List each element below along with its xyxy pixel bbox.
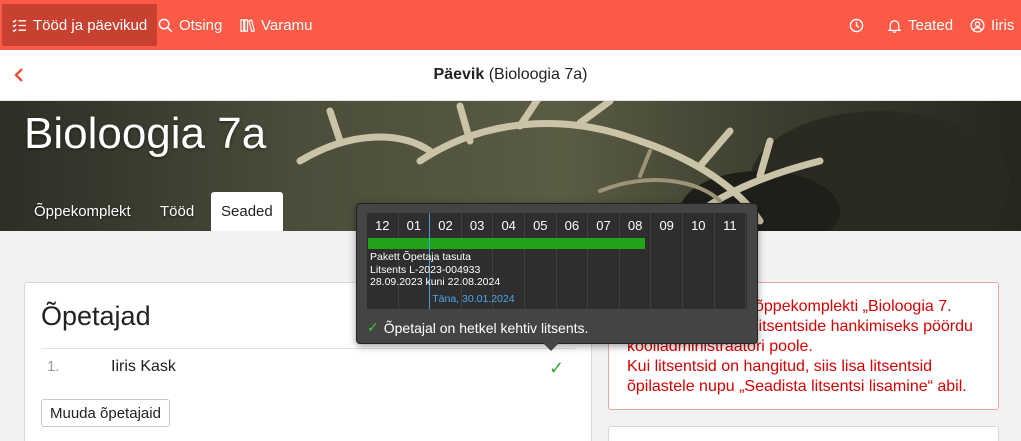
secondary-panel [608, 426, 999, 441]
course-title: Bioloogia 7a [24, 109, 267, 158]
nav-library[interactable]: Varamu [230, 4, 322, 46]
nav-works-and-journals[interactable]: Tööd ja päevikud [2, 4, 158, 46]
nav-notifications[interactable]: Teated [877, 4, 963, 46]
timeline-month-label: 09 [659, 218, 674, 233]
nav-library-label: Varamu [261, 16, 313, 34]
user-circle-icon [970, 17, 985, 33]
license-period: 28.09.2023 kuni 22.08.2024 [370, 276, 501, 288]
license-info: Pakett Õpetaja tasuta Litsents L-2023-00… [370, 251, 500, 289]
bell-icon [887, 19, 902, 33]
nav-user-menu[interactable]: Iiris [960, 4, 1021, 46]
timeline-month-label: 06 [564, 218, 580, 233]
timeline-month-label: 01 [406, 218, 422, 233]
timeline-month-label: 04 [501, 218, 516, 233]
timeline-month-label: 05 [533, 218, 548, 233]
tab-learning-set[interactable]: Õppekomplekt [24, 192, 141, 231]
nav-user-label: Iiris [991, 16, 1015, 34]
timeline-month: 10 [683, 213, 715, 309]
license-status-text: Õpetajal on hetkel kehtiv litsents. [383, 319, 589, 336]
check-icon: ✓ [367, 319, 379, 335]
nav-search-label: Otsing [179, 16, 223, 34]
timeline-month-label: 12 [375, 218, 390, 233]
license-tooltip: 11 10 09 08 07 06 05 04 03 02 01 12 Pakett Õpetaja … [356, 203, 758, 351]
list-check-icon [12, 18, 27, 32]
timeline-month: 11 [715, 213, 747, 309]
license-period-bar [368, 238, 645, 249]
books-icon [240, 18, 255, 32]
license-valid-check-icon[interactable]: ✓ [549, 358, 564, 379]
change-teachers-button[interactable]: Muuda õpetajaid [41, 399, 170, 427]
license-status: ✓ Õpetajal on hetkel kehtiv litsents. [367, 319, 588, 336]
page-title-bold: Päevik [433, 66, 485, 83]
alert-line-5: õpilastele nupu „Seadista litsentsi lisa… [627, 378, 967, 395]
teacher-row-number: 1. [47, 358, 60, 375]
page-title-rest: (Bioloogia 7a) [484, 66, 588, 83]
timeline-month-label: 03 [469, 218, 485, 233]
timeline-month-label: 02 [438, 218, 453, 233]
nav-notifications-label: Teated [908, 16, 954, 34]
timeline-month: 07 [588, 213, 620, 309]
alert-line-4: Kui litsentsid on hangitud, siis lisa li… [627, 358, 933, 375]
timeline-month: 09 [651, 213, 683, 309]
top-navbar: Tööd ja päevikud Otsing Varamu Teated Ii… [0, 0, 1021, 50]
timeline-month: 08 [620, 213, 652, 309]
page-title: Päevik (Bioloogia 7a) [0, 66, 1021, 84]
license-timeline: 11 10 09 08 07 06 05 04 03 02 01 12 Pakett Õpetaja … [367, 213, 747, 309]
divider [41, 348, 575, 349]
timeline-month: 06 [557, 213, 589, 309]
tab-works[interactable]: Tööd [150, 192, 204, 231]
timeline-month: 05 [525, 213, 557, 309]
timeline-month-label: 11 [723, 218, 737, 233]
nav-search[interactable]: Otsing [148, 4, 232, 46]
search-icon [158, 18, 173, 32]
page-subheader: Päevik (Bioloogia 7a) [0, 50, 1021, 101]
nav-works-label: Tööd ja päevikud [33, 16, 148, 34]
timeline-month-label: 08 [627, 218, 643, 233]
tab-settings[interactable]: Seaded [211, 192, 283, 231]
timeline-month-label: 07 [596, 218, 611, 233]
timeline-month-label: 10 [691, 218, 706, 233]
nav-history[interactable] [839, 4, 874, 46]
license-package: Pakett Õpetaja tasuta [370, 251, 471, 263]
teacher-row-name: Iiris Kask [111, 358, 176, 375]
clock-icon [849, 18, 864, 32]
license-id: Litsents L-2023-004933 [370, 263, 481, 276]
teachers-heading: Õpetajad [41, 301, 151, 331]
today-label: Täna, 30.01.2024 [432, 293, 515, 305]
